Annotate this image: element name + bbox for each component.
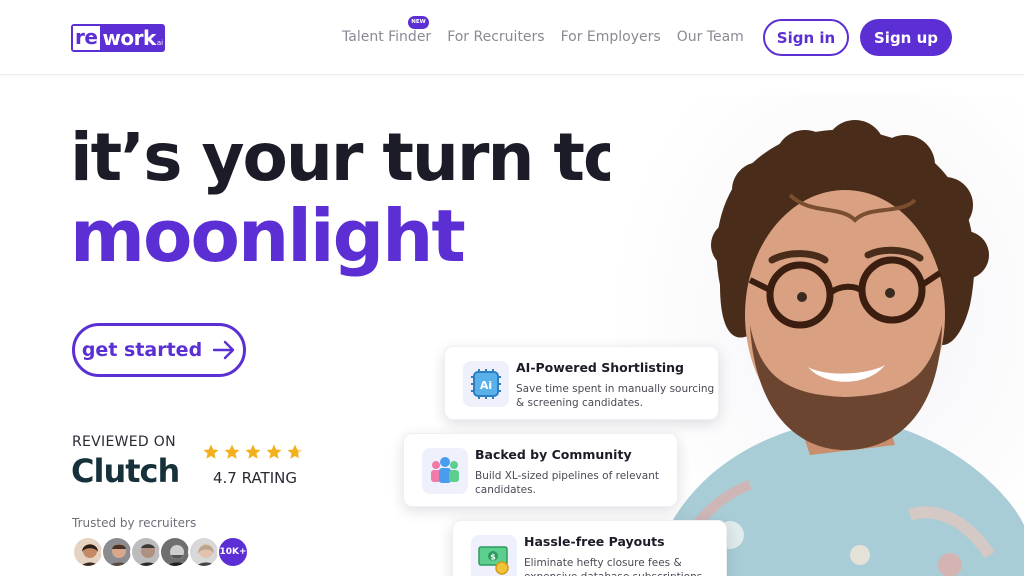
logo-ai: ai [156, 39, 164, 47]
feature-description: Build XL-sized pipelines of relevant can… [475, 470, 659, 496]
sign-in-button[interactable]: Sign in [763, 19, 849, 56]
svg-text:$: $ [490, 553, 496, 562]
rework-logo[interactable]: re work ai [71, 24, 165, 52]
rating-stars [202, 443, 304, 461]
money-icon: $ [471, 535, 517, 576]
logo-work: work [102, 26, 156, 50]
arrow-right-icon [212, 340, 235, 360]
clutch-logo: Clutch [71, 452, 180, 490]
rating-value: 4.7 RATING [213, 469, 297, 487]
avatar [188, 536, 220, 568]
recruiter-count-badge: 10K+ [217, 536, 249, 568]
feature-card-payouts: $ Hassle-free Payouts Eliminate hefty cl… [452, 520, 727, 576]
avatar [159, 536, 191, 568]
nav-links: Talent Finder For Recruiters For Employe… [342, 29, 744, 45]
feature-title: Backed by Community [475, 447, 632, 462]
get-started-button[interactable]: get started [72, 323, 246, 377]
logo-re: re [73, 26, 101, 50]
sign-up-button[interactable]: Sign up [860, 19, 952, 56]
nav-our-team[interactable]: Our Team [677, 29, 744, 45]
trusted-label: Trusted by recruiters [72, 516, 197, 530]
svg-text:Ai: Ai [480, 379, 492, 392]
feature-description: Eliminate hefty closure fees & expensive… [524, 557, 706, 576]
nav-for-recruiters[interactable]: For Recruiters [447, 29, 544, 45]
feature-title: AI-Powered Shortlisting [516, 360, 684, 375]
feature-card-community: Backed by Community Build XL-sized pipel… [403, 433, 678, 507]
feature-title: Hassle-free Payouts [524, 534, 665, 549]
ai-chip-icon: Ai [463, 361, 509, 407]
get-started-label: get started [81, 339, 203, 361]
community-icon [422, 448, 468, 494]
avatar [130, 536, 162, 568]
half-star-icon [287, 444, 303, 459]
star-icon [224, 444, 240, 459]
star-icon [266, 444, 282, 459]
top-nav: re work ai Talent Finder For Recruiters … [0, 0, 1024, 75]
hero-highlight: moonlight [70, 194, 466, 278]
star-icon [203, 444, 219, 459]
avatar [101, 536, 133, 568]
avatar [72, 536, 104, 568]
nav-for-employers[interactable]: For Employers [561, 29, 661, 45]
recruiter-avatars: 10K+ [72, 536, 249, 568]
nav-talent-finder[interactable]: Talent Finder [342, 29, 431, 45]
hero-headline: it’s your turn to [70, 119, 628, 196]
new-badge: NEW [408, 16, 429, 29]
reviewed-on-label: REVIEWED ON [72, 434, 176, 450]
star-icon [245, 444, 261, 459]
feature-description: Save time spent in manually sourcing & s… [516, 383, 715, 409]
clutch-wordmark: Clutch [71, 452, 180, 490]
feature-card-ai-shortlisting: Ai AI-Powered Shortlisting Save time spe… [444, 346, 719, 420]
